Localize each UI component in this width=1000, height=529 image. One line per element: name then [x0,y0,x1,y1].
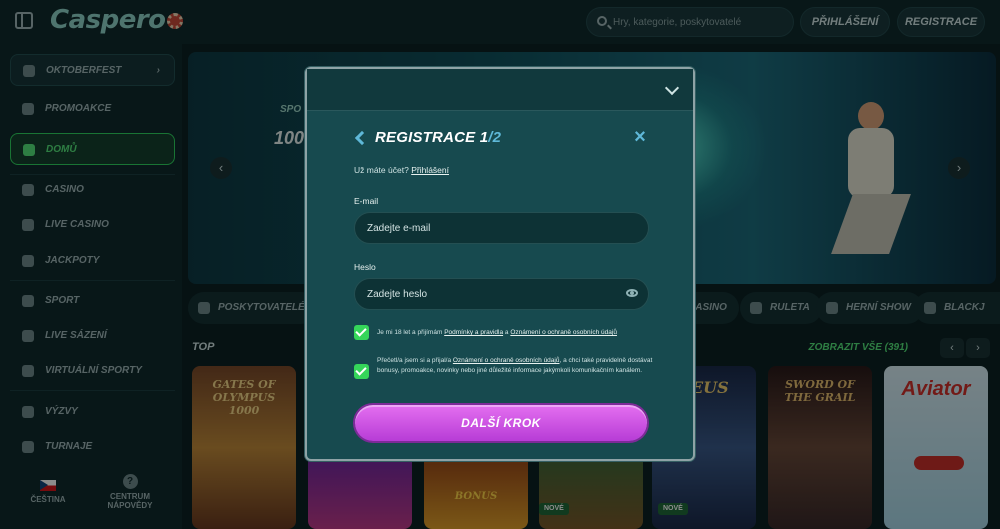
terms-checkbox[interactable] [354,325,369,340]
terms-link[interactable]: Podmínky a pravidla [444,329,503,336]
privacy-link[interactable]: Oznámení o ochraně osobních údajů [510,329,617,336]
back-arrow-icon[interactable] [354,130,370,146]
password-field[interactable] [354,278,649,310]
eye-icon[interactable] [626,289,638,297]
marketing-text-part: Přečetl/a jsem si a přijal/a [377,357,452,364]
terms-text: Je mi 18 let a přijímám Podmínky a pravi… [377,328,657,338]
privacy-link[interactable]: Oznámení o ochraně osobních údajů [453,357,560,364]
close-icon[interactable]: × [632,127,648,147]
login-link[interactable]: Přihlášení [411,165,449,175]
modal-title-text: REGISTRACE 1 [375,129,489,146]
email-field[interactable] [354,212,649,244]
have-account-label: Už máte účet? [354,165,409,175]
next-step-button[interactable]: DALŠÍ KROK [355,405,647,441]
marketing-checkbox[interactable] [354,364,369,379]
modal-title: REGISTRACE 1/2 [375,129,501,146]
registration-modal: REGISTRACE 1/2 × Už máte účet? Přihlášen… [305,67,695,461]
modal-step-indicator: /2 [488,129,502,146]
password-label: Heslo [354,262,376,272]
modal-header-bar [307,69,693,111]
chevron-down-icon[interactable] [664,80,680,96]
terms-text-part: a [504,329,509,336]
terms-text-part: Je mi 18 let a přijímám [377,329,443,336]
email-label: E-mail [354,196,379,206]
have-account-text: Už máte účet? Přihlášení [354,165,449,175]
marketing-text: Přečetl/a jsem si a přijal/a Oznámení o … [377,356,657,376]
